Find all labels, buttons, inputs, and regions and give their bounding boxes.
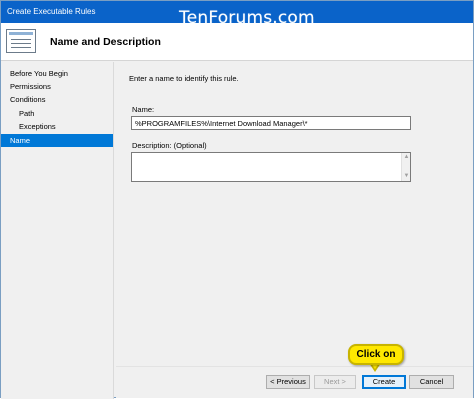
description-scrollbar[interactable]: ▲ ▼ xyxy=(401,153,410,181)
scroll-down-icon[interactable]: ▼ xyxy=(403,173,410,180)
sidebar-item-path[interactable]: Path xyxy=(1,107,113,120)
button-bar: < Previous Next > Create Cancel xyxy=(116,366,473,398)
cancel-button[interactable]: Cancel xyxy=(409,375,454,389)
name-label: Name: xyxy=(132,105,155,114)
window-title: Create Executable Rules xyxy=(7,7,96,16)
sidebar-item-permissions[interactable]: Permissions xyxy=(1,80,113,93)
main-content: Enter a name to identify this rule. Name… xyxy=(116,62,473,366)
wizard-steps-sidebar: Before You Begin Permissions Conditions … xyxy=(1,62,114,399)
description-label: Description: (Optional) xyxy=(132,141,207,150)
previous-button[interactable]: < Previous xyxy=(266,375,310,389)
page-header: Name and Description xyxy=(1,23,473,61)
create-executable-rules-window: Create Executable Rules TenForums.com Na… xyxy=(0,0,474,399)
next-button[interactable]: Next > xyxy=(314,375,356,389)
sidebar-item-before-you-begin[interactable]: Before You Begin xyxy=(1,67,113,80)
scroll-up-icon[interactable]: ▲ xyxy=(403,154,410,161)
page-title: Name and Description xyxy=(50,36,161,48)
sidebar-item-name[interactable]: Name xyxy=(1,134,113,147)
sidebar-item-exceptions[interactable]: Exceptions xyxy=(1,120,113,133)
name-input[interactable] xyxy=(131,116,411,130)
create-button[interactable]: Create xyxy=(362,375,406,389)
wizard-page-icon xyxy=(6,29,36,53)
description-textarea[interactable]: ▲ ▼ xyxy=(131,152,411,182)
sidebar-item-conditions[interactable]: Conditions xyxy=(1,93,113,106)
instruction-text: Enter a name to identify this rule. xyxy=(129,74,239,83)
click-on-callout: Click on xyxy=(348,344,404,365)
